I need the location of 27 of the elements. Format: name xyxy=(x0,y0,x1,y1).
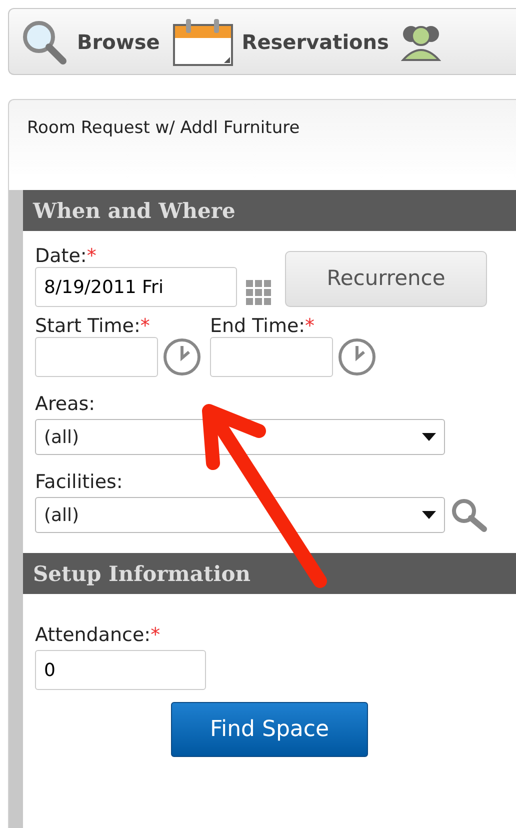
field-label: Areas: xyxy=(35,393,96,416)
find-space-button[interactable]: Find Space xyxy=(171,702,368,758)
date-field[interactable]: 8/19/2011 Fri xyxy=(35,267,237,308)
field-label: Start Time:* xyxy=(35,315,151,338)
attendance-field[interactable]: 0 xyxy=(35,650,206,690)
section-header: When and Where xyxy=(23,190,516,232)
calendar-icon xyxy=(172,16,234,66)
field-label: End Time:* xyxy=(210,315,316,338)
toolbar-button[interactable]: Browse xyxy=(21,18,160,64)
field-label: Date:* xyxy=(35,245,98,268)
clock-icon[interactable] xyxy=(337,337,377,378)
clock-icon[interactable] xyxy=(162,337,202,378)
time-field[interactable] xyxy=(210,337,333,378)
field-label: Attendance:* xyxy=(35,624,162,646)
toolbar-button[interactable]: Reservations xyxy=(172,16,389,66)
panel-title: Room Request w/ Addl Furniture xyxy=(26,117,301,140)
search-icon[interactable] xyxy=(449,497,489,534)
calendar-grid-icon[interactable] xyxy=(245,279,273,308)
dropdown[interactable]: (all) xyxy=(35,497,445,534)
recurrence-button[interactable]: Recurrence xyxy=(285,251,487,308)
field-label: Facilities: xyxy=(35,471,124,494)
time-field[interactable] xyxy=(35,337,158,378)
caret-icon xyxy=(422,433,436,442)
caret-icon xyxy=(422,511,436,520)
dropdown[interactable]: (all) xyxy=(35,419,445,456)
section-header: Setup Information xyxy=(23,553,516,594)
search-icon xyxy=(21,18,69,64)
